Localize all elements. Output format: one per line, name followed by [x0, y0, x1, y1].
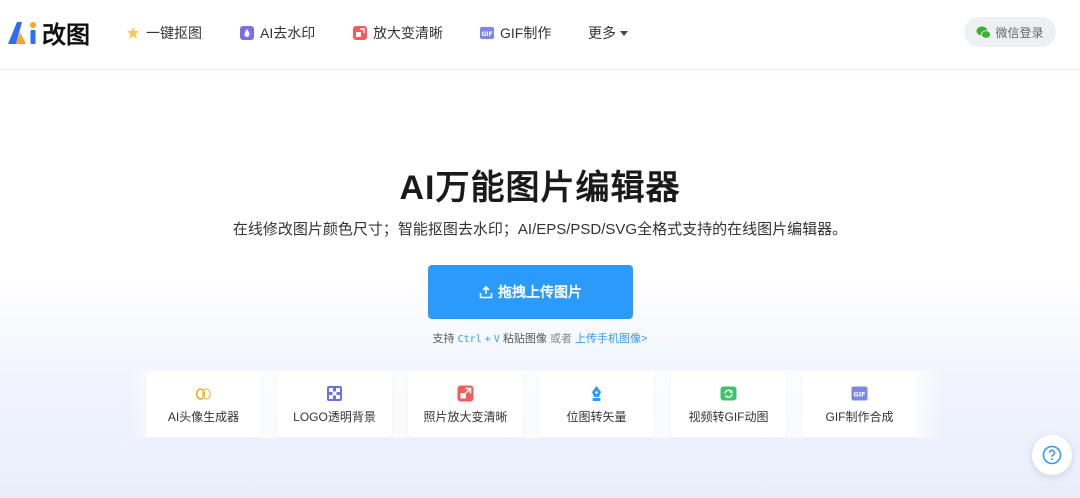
upload-label: 拖拽上传图片: [498, 284, 582, 300]
pen-tool-icon: [592, 385, 601, 401]
logo-text: 改图: [42, 21, 90, 49]
hint-paste: 粘贴图像: [502, 333, 547, 345]
tool-card-gif-maker[interactable]: GIF GIF制作合成: [802, 372, 917, 437]
hint-key-ctrl: Ctrl: [457, 334, 482, 345]
tool-card-photo-enlarge[interactable]: 照片放大变清晰: [408, 372, 523, 437]
tool-label: GIF制作合成: [825, 409, 894, 424]
hint-or: 或者: [549, 333, 572, 345]
nav-remove-watermark[interactable]: AI去水印: [240, 22, 315, 44]
login-label: 微信登录: [995, 25, 1044, 40]
top-navbar: 改图 一键抠图 AI去水印 放大变清晰 GIF GIF制作 更多 微信登录: [0, 0, 1080, 70]
tool-card-logo-transparent[interactable]: LOGO透明背景: [277, 372, 392, 437]
wechat-login-button[interactable]: 微信登录: [964, 17, 1056, 47]
tool-card-video-gif[interactable]: 视频转GIF动图: [671, 372, 786, 437]
video-refresh-icon: [720, 386, 737, 400]
logo-icon: [8, 22, 36, 44]
page-title: AI万能图片编辑器: [399, 169, 681, 207]
hint-key-plus: +: [484, 334, 491, 345]
nav-label: GIF制作: [500, 25, 552, 41]
transparent-grid-icon: [327, 385, 342, 401]
upload-mobile-link[interactable]: 上传手机图像>: [575, 333, 647, 345]
nav-enlarge[interactable]: 放大变清晰: [353, 22, 443, 44]
upload-icon: [479, 285, 493, 299]
nav-more[interactable]: 更多: [588, 22, 629, 44]
nav-cutout[interactable]: 一键抠图: [126, 22, 202, 44]
nav-label: 放大变清晰: [373, 25, 443, 41]
tool-label: AI头像生成器: [167, 409, 240, 424]
site-logo[interactable]: 改图: [6, 17, 90, 49]
page-subtitle: 在线修改图片颜色尺寸；智能抠图去水印；AI/EPS/PSD/SVG全格式支持的在…: [232, 221, 848, 238]
tool-label: 位图转矢量: [566, 409, 627, 424]
caret-down-icon: [620, 31, 628, 36]
tool-label: 照片放大变清晰: [423, 409, 508, 424]
upload-image-button[interactable]: 拖拽上传图片: [428, 265, 633, 319]
magic-wand-icon: [127, 27, 139, 39]
question-icon: [1042, 445, 1062, 465]
svg-text:GIF: GIF: [853, 390, 865, 398]
gif-icon: GIF: [480, 27, 494, 39]
hint-key-v: V: [493, 334, 500, 345]
enlarge-icon: [353, 26, 367, 40]
nav-gif[interactable]: GIF GIF制作: [480, 22, 551, 44]
svg-text:GIF: GIF: [481, 31, 492, 38]
help-button[interactable]: [1032, 435, 1072, 475]
gif-icon: GIF: [851, 386, 868, 400]
nav-label: 更多: [588, 25, 616, 41]
nav-label: AI去水印: [260, 25, 316, 41]
water-drop-icon: [240, 26, 254, 40]
paste-hint: 支持 Ctrl + V 粘贴图像 或者 上传手机图像>: [0, 330, 1080, 346]
tool-card-ai-avatar[interactable]: AI头像生成器: [146, 372, 261, 437]
tool-label: LOGO透明背景: [293, 409, 376, 424]
tool-card-bitmap-vector[interactable]: 位图转矢量: [539, 372, 654, 437]
tool-label: 视频转GIF动图: [688, 409, 769, 424]
hint-prefix: 支持: [432, 333, 455, 345]
wechat-icon: [976, 26, 992, 39]
nav-label: 一键抠图: [146, 25, 202, 41]
avatar-generator-icon: [195, 387, 212, 400]
enlarge-icon: [457, 385, 474, 401]
